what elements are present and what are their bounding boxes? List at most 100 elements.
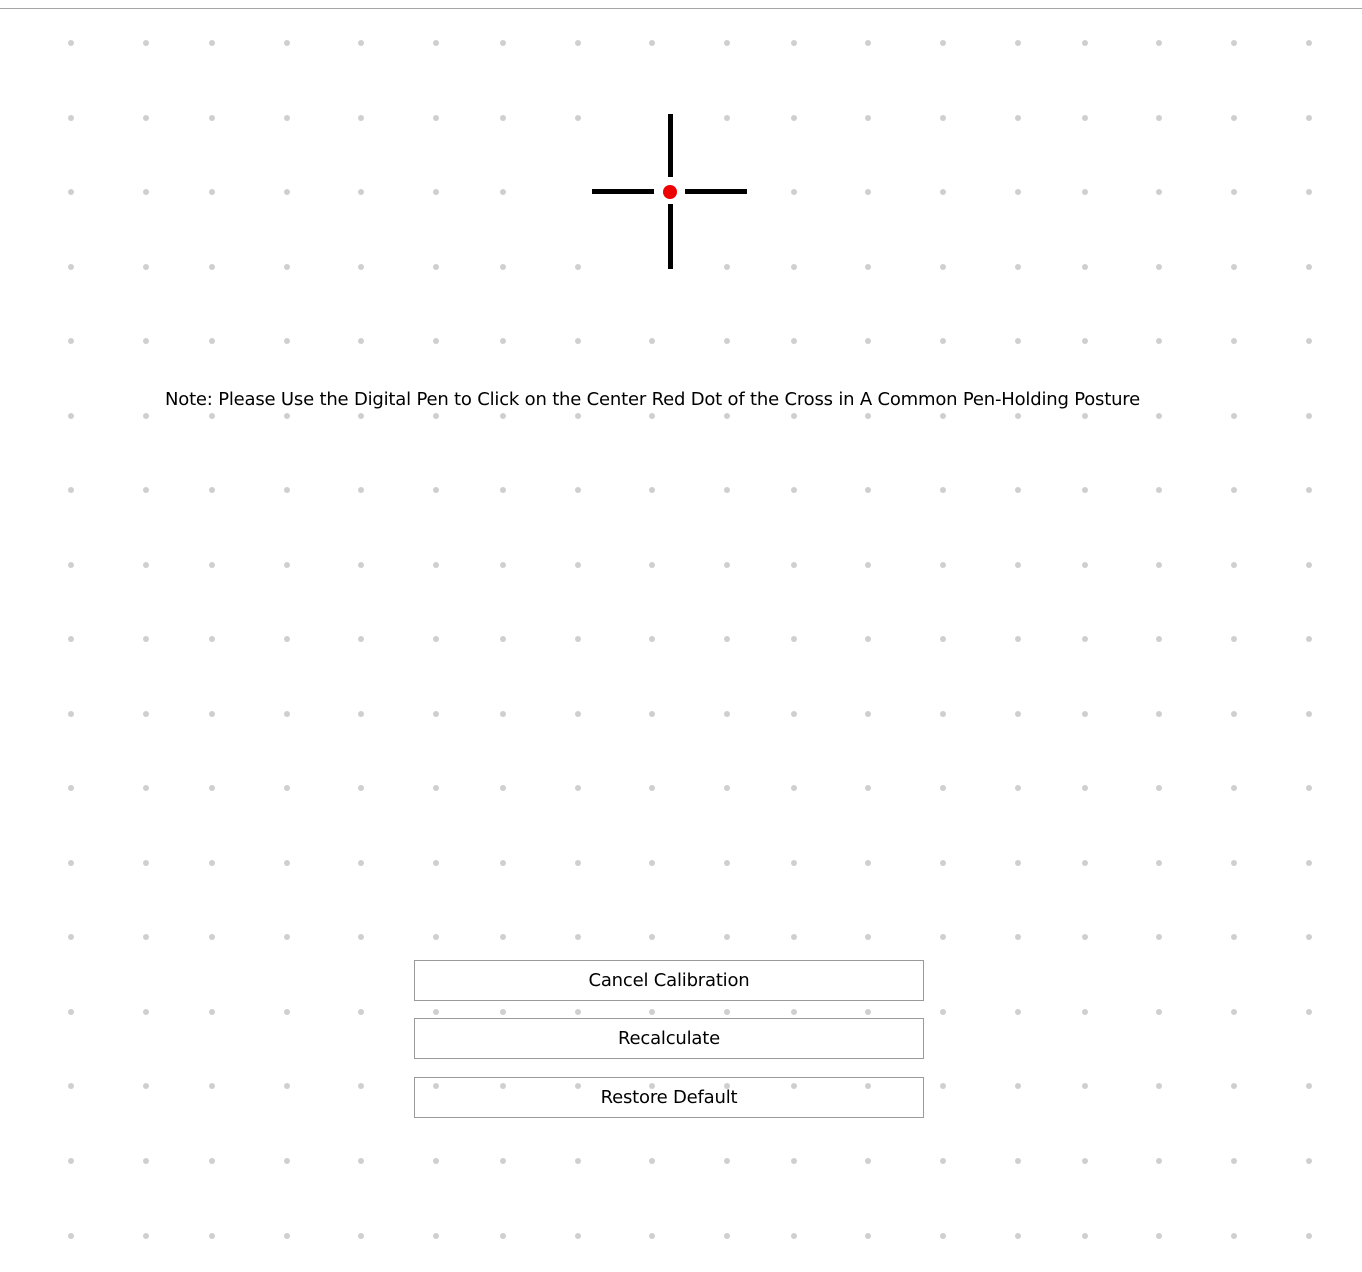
grid-dot	[68, 711, 74, 717]
grid-dot	[724, 636, 730, 642]
grid-dot	[649, 785, 655, 791]
grid-dot	[284, 1083, 290, 1089]
grid-dot	[1015, 860, 1021, 866]
grid-dot	[209, 1158, 215, 1164]
grid-dot	[358, 860, 364, 866]
grid-dot	[1082, 1009, 1088, 1015]
grid-dot	[865, 860, 871, 866]
recalculate-button[interactable]: Recalculate	[414, 1018, 924, 1059]
grid-dot	[1082, 934, 1088, 940]
grid-dot	[358, 40, 364, 46]
grid-dot	[575, 264, 581, 270]
grid-dot	[1082, 264, 1088, 270]
grid-dot	[500, 487, 506, 493]
grid-dot	[724, 562, 730, 568]
grid-dot	[143, 1083, 149, 1089]
grid-dot	[358, 487, 364, 493]
grid-dot	[143, 487, 149, 493]
grid-dot	[1231, 711, 1237, 717]
grid-dot	[791, 785, 797, 791]
grid-dot	[724, 1158, 730, 1164]
grid-dot	[1231, 1083, 1237, 1089]
grid-dot	[791, 40, 797, 46]
grid-dot	[1082, 115, 1088, 121]
grid-dot	[1231, 1009, 1237, 1015]
grid-dot	[68, 487, 74, 493]
grid-dot	[865, 562, 871, 568]
grid-dot	[724, 934, 730, 940]
grid-dot	[1231, 1233, 1237, 1239]
grid-dot	[791, 934, 797, 940]
grid-dot	[284, 860, 290, 866]
grid-dot	[649, 562, 655, 568]
grid-dot	[575, 860, 581, 866]
grid-dot	[143, 711, 149, 717]
grid-dot	[575, 1158, 581, 1164]
grid-dot	[1306, 115, 1312, 121]
grid-dot	[575, 487, 581, 493]
grid-dot	[284, 1158, 290, 1164]
grid-dot	[500, 264, 506, 270]
grid-dot	[1015, 711, 1021, 717]
grid-dot	[1015, 1009, 1021, 1015]
calibration-crosshair-icon[interactable]	[590, 112, 750, 272]
grid-dot	[575, 785, 581, 791]
grid-dot	[865, 189, 871, 195]
grid-dot	[1306, 1009, 1312, 1015]
grid-dot	[865, 338, 871, 344]
grid-dot	[209, 562, 215, 568]
grid-dot	[1231, 934, 1237, 940]
grid-dot	[791, 1233, 797, 1239]
grid-dot	[940, 860, 946, 866]
grid-dot	[1306, 711, 1312, 717]
grid-dot	[791, 264, 797, 270]
grid-dot	[500, 711, 506, 717]
cancel-calibration-button[interactable]: Cancel Calibration	[414, 960, 924, 1001]
grid-dot	[940, 785, 946, 791]
grid-dot	[1082, 40, 1088, 46]
target-red-dot[interactable]	[663, 185, 677, 199]
grid-dot	[1306, 264, 1312, 270]
grid-dot	[575, 1233, 581, 1239]
grid-dot	[724, 40, 730, 46]
grid-dot	[68, 189, 74, 195]
grid-dot	[940, 562, 946, 568]
grid-dot	[724, 338, 730, 344]
grid-dot	[865, 1233, 871, 1239]
grid-dot	[1015, 487, 1021, 493]
grid-dot	[1082, 413, 1088, 419]
grid-dot	[209, 40, 215, 46]
grid-dot	[575, 562, 581, 568]
grid-dot	[865, 115, 871, 121]
grid-dot	[143, 562, 149, 568]
grid-dot	[358, 338, 364, 344]
grid-dot	[1015, 562, 1021, 568]
grid-dot	[791, 1158, 797, 1164]
grid-dot	[1306, 338, 1312, 344]
grid-dot	[1015, 115, 1021, 121]
grid-dot	[284, 1009, 290, 1015]
grid-dot	[433, 860, 439, 866]
grid-dot	[209, 189, 215, 195]
grid-dot	[940, 636, 946, 642]
grid-dot	[284, 40, 290, 46]
grid-dot	[433, 338, 439, 344]
grid-dot	[575, 338, 581, 344]
crosshair-left-arm	[592, 189, 654, 194]
grid-dot	[358, 562, 364, 568]
grid-dot	[649, 711, 655, 717]
grid-dot	[284, 934, 290, 940]
grid-dot	[284, 1233, 290, 1239]
restore-default-button[interactable]: Restore Default	[414, 1077, 924, 1118]
grid-dot	[1082, 785, 1088, 791]
grid-dot	[865, 40, 871, 46]
grid-dot	[1231, 264, 1237, 270]
grid-dot	[284, 785, 290, 791]
grid-dot	[68, 40, 74, 46]
grid-dot	[1015, 189, 1021, 195]
grid-dot	[209, 264, 215, 270]
grid-dot	[940, 1158, 946, 1164]
grid-dot	[940, 189, 946, 195]
grid-dot	[1231, 860, 1237, 866]
grid-dot	[865, 413, 871, 419]
